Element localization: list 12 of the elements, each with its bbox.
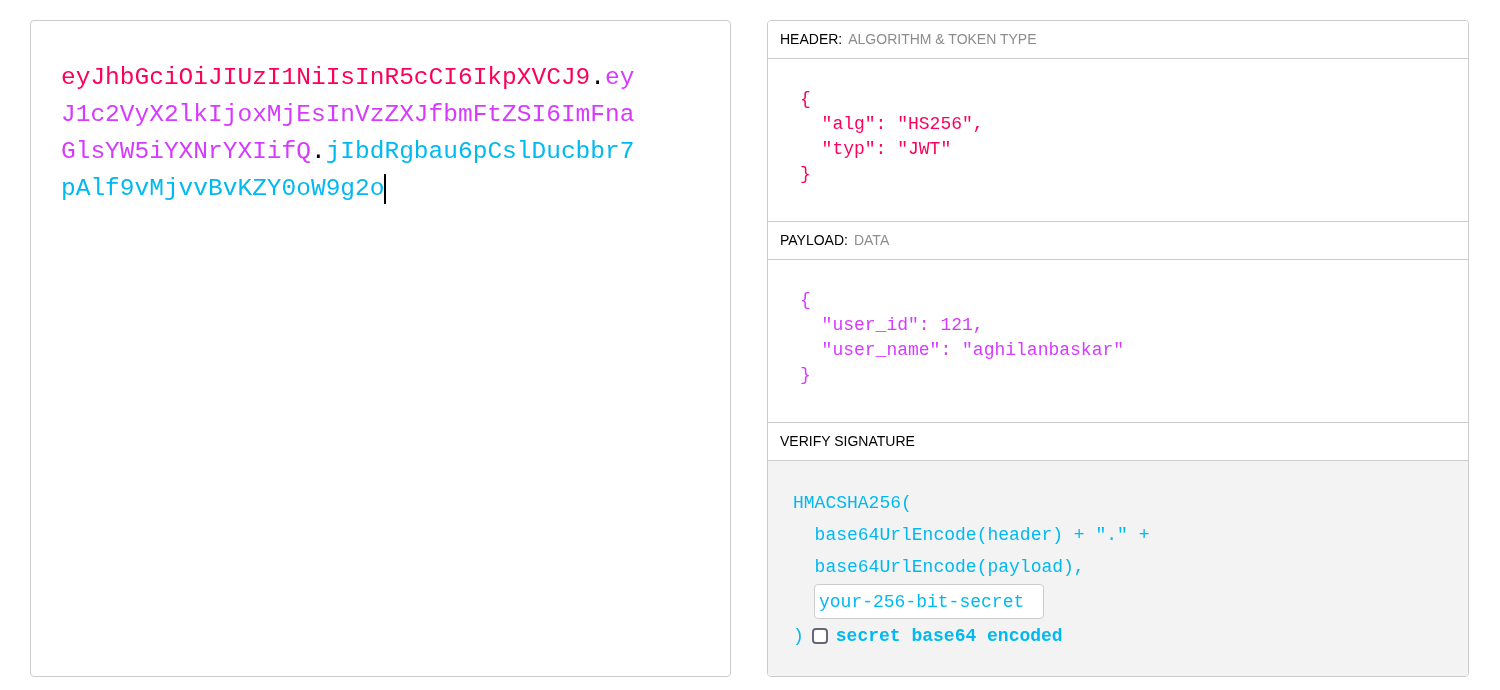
section-subtitle: ALGORITHM & TOKEN TYPE — [848, 30, 1037, 49]
json-code: { "user_id": 121, "user_name": "aghilanbaskar" } — [800, 289, 1126, 387]
encoded-panel[interactable]: eyJhbGciOiJIUzI1NiIsInR5cCI6IkpXVCJ9.eyJ1c2VyX2lkIjoxMjEsInVzZXJfbmFtZSI6ImFnaGlsYW5iYXNrYXIifQ.jIbdRgbau6pCslDucbbr7pAlf9vMjvvBvKZY0oW9g2o — [30, 20, 731, 677]
section-title: PAYLOAD: — [780, 231, 848, 250]
section-subtitle: DATA — [853, 231, 890, 250]
section-title: HEADER: — [780, 30, 843, 49]
checkbox[interactable] — [811, 628, 828, 644]
encoded-token: eyJhbGciOiJIUzI1NiIsInR5cCI6IkpXVCJ9.eyJ1c2VyX2lkIjoxMjEsInVzZXJfbmFtZSI6ImFnaGlsYW5iYXNrYXIifQ.jIbdRgbau6pCslDucbbr7pAlf9vMjvvBvKZY0oW9g2o — [61, 63, 636, 206]
closing-paren: ) — [793, 624, 804, 648]
json-code: { "alg": "HS256", "typ": "JWT" } — [800, 88, 985, 186]
section-title: VERIFY SIGNATURE — [780, 432, 915, 451]
checkbox-label: secret base64 encoded — [835, 624, 1063, 648]
